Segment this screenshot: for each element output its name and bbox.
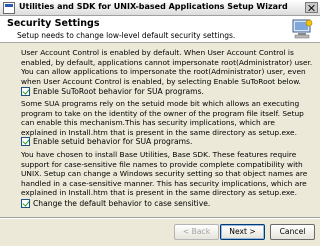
- cancel-button[interactable]: Cancel: [270, 224, 315, 240]
- app-icon: [3, 2, 15, 14]
- next-button[interactable]: Next >: [220, 224, 265, 240]
- setuid-description: Some SUA programs rely on the setuid mod…: [21, 99, 304, 137]
- checkbox-box[interactable]: [21, 87, 30, 96]
- title-bar: Utilities and SDK for UNIX-based Applica…: [0, 0, 320, 16]
- setup-computer-icon: [292, 19, 313, 39]
- checkbox-label[interactable]: Enable setuid behavior for SUA programs.: [33, 137, 192, 146]
- page-subtitle: Setup needs to change low-level default …: [17, 31, 236, 40]
- checkbox-label[interactable]: Change the default behavior to case sens…: [33, 199, 210, 208]
- suToRoot-description: User Account Control is enabled by defau…: [21, 48, 313, 86]
- wizard-header: Security Settings Setup needs to change …: [0, 16, 320, 43]
- setuid-checkbox[interactable]: Enable setuid behavior for SUA programs.: [21, 137, 231, 147]
- close-button[interactable]: [305, 2, 318, 13]
- case-sensitive-checkbox[interactable]: Change the default behavior to case sens…: [21, 199, 231, 209]
- back-button[interactable]: < Back: [174, 224, 219, 240]
- suToRoot-checkbox[interactable]: Enable SuToRoot behavior for SUA program…: [21, 87, 231, 97]
- case-sensitivity-description: You have chosen to install Base Utilitie…: [21, 150, 308, 197]
- checkbox-box[interactable]: [21, 199, 30, 208]
- window-title: Utilities and SDK for UNIX-based Applica…: [19, 2, 288, 11]
- checkbox-box[interactable]: [21, 137, 30, 146]
- checkbox-label[interactable]: Enable SuToRoot behavior for SUA program…: [33, 87, 204, 96]
- footer-divider: [0, 217, 320, 219]
- page-title: Security Settings: [7, 18, 100, 29]
